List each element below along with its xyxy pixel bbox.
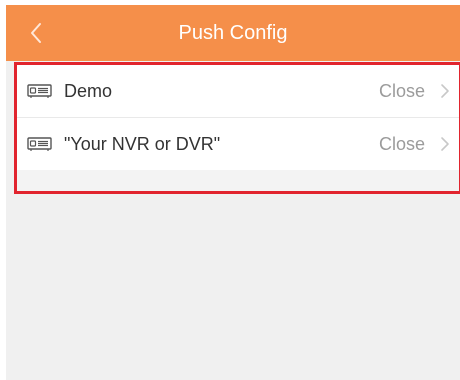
push-config-screen: Push Config Demo Close "Your NVR or DVR"…: [6, 5, 460, 380]
device-name: "Your NVR or DVR": [64, 133, 221, 154]
app-header: Push Config: [6, 5, 460, 61]
dvr-device-icon: [27, 83, 52, 99]
device-row-demo[interactable]: Demo Close: [17, 65, 459, 117]
device-name: Demo: [64, 80, 113, 101]
push-status: Close: [378, 133, 425, 154]
screen: Push Config Demo Close "Your NVR or DVR"…: [0, 0, 460, 380]
highlight-box: Demo Close "Your NVR or DVR" Close: [14, 62, 460, 194]
chevron-right-icon: [435, 136, 455, 152]
device-list: Demo Close "Your NVR or DVR" Close: [17, 65, 459, 170]
push-status: Close: [378, 80, 425, 101]
dvr-device-icon: [27, 136, 52, 152]
device-row-nvr-dvr[interactable]: "Your NVR or DVR" Close: [17, 117, 459, 170]
chevron-right-icon: [435, 83, 455, 99]
page-title: Push Config: [178, 22, 288, 44]
